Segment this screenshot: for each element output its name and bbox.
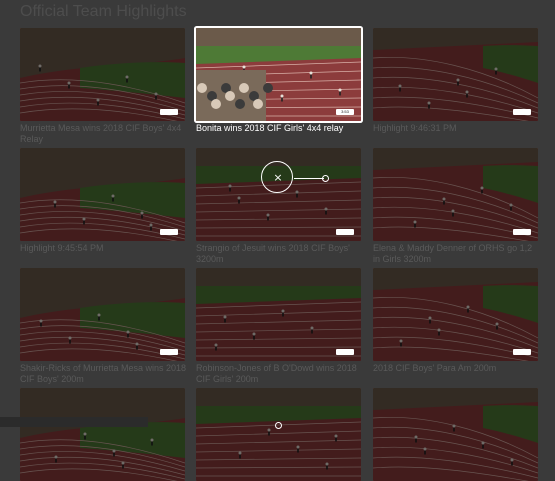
video-thumbnail[interactable] bbox=[373, 268, 538, 361]
video-thumbnail[interactable] bbox=[373, 28, 538, 121]
video-caption[interactable]: Highlight 9:46:31 PM bbox=[373, 123, 541, 134]
thumbnail-dim-overlay bbox=[20, 388, 185, 481]
page-title: Official Team Highlights bbox=[20, 3, 187, 20]
scrub-handle-bottom-icon[interactable] bbox=[275, 422, 282, 429]
video-thumbnail[interactable] bbox=[20, 28, 185, 121]
thumbnail-dim-overlay bbox=[373, 388, 538, 481]
video-thumbnail[interactable] bbox=[196, 268, 361, 361]
video-thumbnail[interactable] bbox=[20, 268, 185, 361]
video-caption[interactable]: Robinson-Jones of B O'Dowd wins 2018 CIF… bbox=[196, 363, 364, 384]
video-caption[interactable]: 2018 CIF Boys' Para Am 200m bbox=[373, 363, 541, 374]
scrub-handle-icon[interactable] bbox=[322, 175, 329, 182]
video-thumbnail[interactable] bbox=[20, 388, 185, 481]
video-thumbnail[interactable] bbox=[196, 388, 361, 481]
video-thumbnail[interactable]: 3:53 bbox=[196, 28, 361, 121]
thumbnail-dim-overlay bbox=[20, 268, 185, 361]
thumbnail-dim-overlay bbox=[373, 148, 538, 241]
thumbnail-dim-overlay bbox=[20, 28, 185, 121]
duration-badge: 3:53 bbox=[336, 109, 354, 115]
video-caption[interactable]: Murrietta Mesa wins 2018 CIF Boys' 4x4 R… bbox=[20, 123, 188, 144]
video-thumbnail[interactable] bbox=[373, 388, 538, 481]
thumbnail-dim-overlay bbox=[196, 388, 361, 481]
duration-badge bbox=[160, 229, 178, 235]
duration-badge bbox=[160, 349, 178, 355]
thumbnail-dim-overlay bbox=[196, 268, 361, 361]
video-thumbnail[interactable] bbox=[373, 148, 538, 241]
highlights-grid: Official Team Highlights Murrietta Mesa … bbox=[0, 0, 555, 481]
thumbnail-dim-overlay bbox=[373, 268, 538, 361]
close-icon[interactable]: × bbox=[271, 171, 285, 185]
video-caption[interactable]: Highlight 9:45:54 PM bbox=[20, 243, 188, 254]
scrub-line bbox=[294, 178, 324, 180]
thumbnail-dim-overlay bbox=[373, 28, 538, 121]
video-caption[interactable]: Shakir-Ricks of Murrietta Mesa wins 2018… bbox=[20, 363, 188, 384]
duration-badge bbox=[336, 229, 354, 235]
duration-badge bbox=[513, 229, 531, 235]
duration-badge bbox=[336, 349, 354, 355]
duration-badge bbox=[513, 109, 531, 115]
duration-badge bbox=[160, 109, 178, 115]
bottom-bar bbox=[0, 417, 148, 427]
video-caption[interactable]: Strangio of Jesuit wins 2018 CIF Boys' 3… bbox=[196, 243, 364, 264]
duration-badge bbox=[513, 349, 531, 355]
thumbnail-dim-overlay bbox=[20, 148, 185, 241]
video-caption[interactable]: Elena & Maddy Denner of ORHS go 1,2 in G… bbox=[373, 243, 541, 264]
video-caption[interactable]: Bonita wins 2018 CIF Girls' 4x4 relay bbox=[196, 123, 364, 134]
thumbnail-image bbox=[196, 28, 361, 121]
video-thumbnail[interactable] bbox=[20, 148, 185, 241]
